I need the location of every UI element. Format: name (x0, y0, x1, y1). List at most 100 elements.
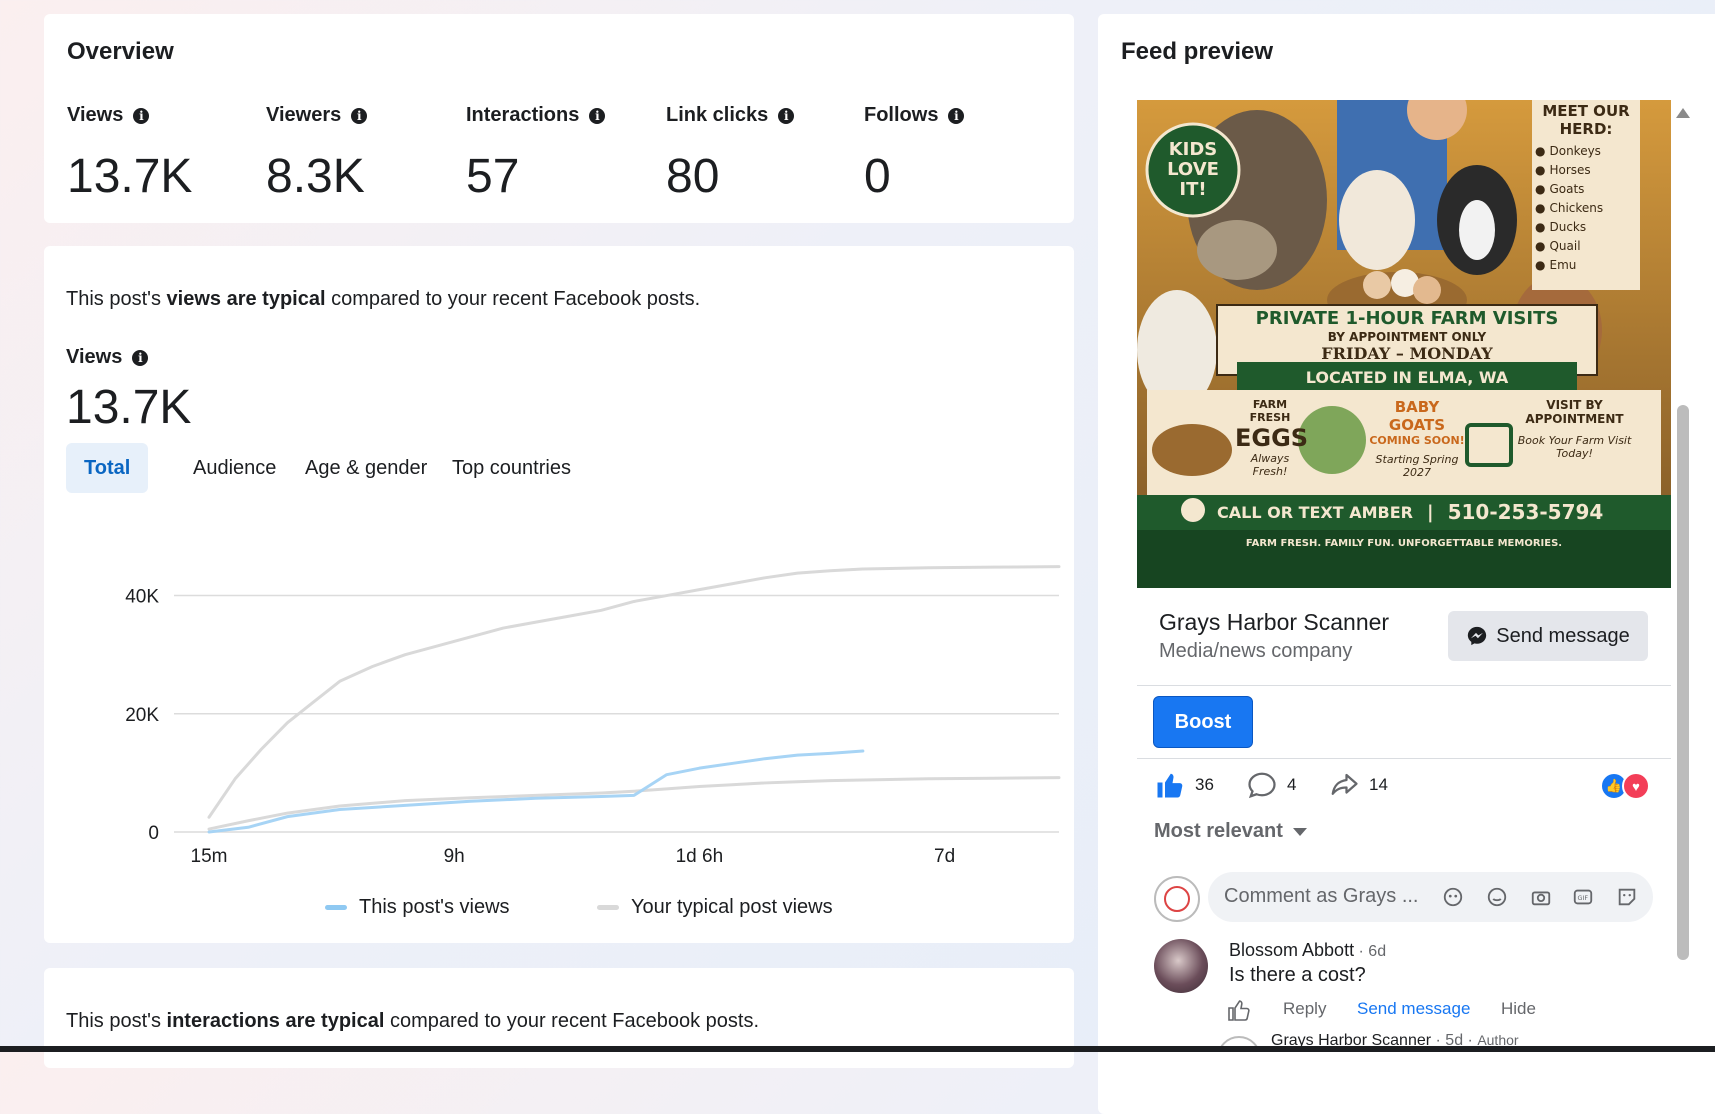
boost-button[interactable]: Boost (1153, 696, 1253, 748)
interactions-summary: This post's interactions are typical com… (66, 1010, 760, 1032)
scroll-up-arrow-icon[interactable] (1676, 108, 1690, 118)
page-name[interactable]: Grays Harbor Scanner (1159, 609, 1389, 636)
legend-this-post[interactable]: This post's views (325, 896, 510, 919)
ad-headline: PRIVATE 1-HOUR FARM VISITS (1255, 308, 1559, 329)
send-message-link[interactable]: Send message (1357, 999, 1470, 1019)
hide-link[interactable]: Hide (1501, 999, 1536, 1019)
comment-text: Is there a cost? (1229, 964, 1366, 986)
ad-sub2: FRIDAY – MONDAY (1321, 344, 1493, 363)
share-stat[interactable]: 14 (1329, 770, 1388, 800)
info-icon[interactable]: i (351, 107, 368, 124)
comment-like-icon[interactable] (1227, 998, 1251, 1022)
like-icon (1157, 773, 1183, 798)
camera-icon[interactable] (1530, 886, 1552, 908)
x-tick-label: 7d (934, 846, 955, 867)
info-icon[interactable]: i (778, 107, 795, 124)
overview-title: Overview (67, 38, 174, 65)
legend-typical[interactable]: Your typical post views (597, 896, 833, 919)
reply-link[interactable]: Reply (1283, 999, 1326, 1019)
comment-author-avatar[interactable] (1154, 939, 1208, 993)
caret-down-icon (1292, 827, 1307, 836)
feed-scrollbar-thumb[interactable] (1677, 405, 1689, 960)
comment-author[interactable]: Blossom Abbott · 6d (1229, 940, 1386, 961)
ad-tagline: FARM FRESH. FAMILY FUN. UNFORGETTABLE ME… (1245, 538, 1563, 549)
series-this-post-line (207, 749, 865, 834)
metric-value: 8.3K (266, 150, 365, 203)
herd-item: ● Donkeys (1535, 144, 1601, 158)
ad-cta: CALL OR TEXT AMBER | 510-253-5794 (1217, 500, 1604, 524)
metric-link-clicks: Link clicks i 80 (666, 104, 795, 204)
metric-value: 13.7K (67, 150, 193, 203)
views-summary: This post's views are typical compared t… (66, 288, 701, 310)
avatar-sticker-icon[interactable] (1442, 886, 1464, 908)
paw-icon: ● (1535, 163, 1546, 177)
love-reaction-icon: ♥ (1622, 772, 1650, 800)
x-tick-label: 1d 6h (676, 846, 724, 867)
views-card: This post's views are typical compared t… (44, 246, 1074, 943)
sticker-icon[interactable] (1616, 886, 1638, 908)
reaction-icons[interactable]: 👍 ♥ (1600, 772, 1656, 800)
gif-icon[interactable]: GIF (1572, 886, 1594, 908)
ad-sub1: BY APPOINTMENT ONLY (1327, 330, 1487, 344)
y-tick-label: 20K (125, 705, 159, 726)
metric-follows: Follows i 0 (864, 104, 965, 204)
views-value: 13.7K (66, 381, 192, 434)
tab-top-countries[interactable]: Top countries (434, 443, 589, 493)
metric-interactions: Interactions i 57 (466, 104, 606, 204)
paw-icon: ● (1535, 182, 1546, 196)
x-tick-label: 15m (191, 846, 228, 867)
herd-item: ● Quail (1535, 239, 1581, 253)
herd-item: ● Chickens (1535, 201, 1604, 215)
metric-label: Views i (67, 104, 192, 127)
y-tick-label: 40K (125, 587, 159, 608)
share-icon (1331, 773, 1358, 795)
divider (1137, 758, 1671, 759)
ad-baby-goats: BABY GOATS COMING SOON! Starting Spring … (1369, 398, 1465, 479)
bottom-edge (0, 1046, 1715, 1052)
sort-dropdown[interactable]: Most relevant (1154, 820, 1307, 843)
info-icon[interactable]: i (132, 349, 149, 366)
tab-age-gender[interactable]: Age & gender (287, 443, 445, 493)
metric-label: Viewers i (266, 104, 368, 127)
paw-icon: ● (1535, 201, 1546, 215)
info-icon[interactable]: i (589, 107, 606, 124)
info-icon[interactable]: i (133, 107, 150, 124)
send-message-button[interactable]: Send message (1448, 611, 1648, 661)
comment-input[interactable]: Comment as Grays ... GIF (1208, 872, 1653, 922)
herd-item: ● Goats (1535, 182, 1585, 196)
divider (1137, 685, 1671, 686)
views-label: Views i (66, 346, 149, 369)
tab-audience[interactable]: Audience (175, 443, 294, 493)
commenter-avatar[interactable] (1154, 876, 1200, 922)
metric-label: Link clicks i (666, 104, 795, 127)
comment-stat[interactable]: 4 (1247, 770, 1296, 800)
metric-value: 0 (864, 150, 891, 203)
views-chart: 0 20K 40K 15m 9h 1d 6h 7d (125, 565, 1061, 867)
like-stat[interactable]: 36 (1155, 770, 1214, 800)
ad-location: LOCATED IN ELMA, WA (1305, 368, 1509, 387)
ad-badge: KIDS LOVE IT! (1167, 139, 1219, 200)
metric-value: 80 (666, 150, 720, 203)
interactions-card: This post's interactions are typical com… (44, 968, 1074, 1068)
emoji-icon[interactable] (1486, 886, 1508, 908)
herd-item: ● Emu (1535, 258, 1577, 272)
page-category: Media/news company (1159, 640, 1353, 662)
herd-item: ● Ducks (1535, 220, 1587, 234)
paw-icon: ● (1535, 144, 1546, 158)
svg-text:GIF: GIF (1578, 894, 1589, 902)
ad-appointment: VISIT BY APPOINTMENT Book Your Farm Visi… (1517, 398, 1632, 460)
comment-placeholder: Comment as Grays ... (1224, 885, 1419, 907)
ad-eggs: FARM FRESH EGGS Always Fresh! (1235, 398, 1309, 478)
tab-total[interactable]: Total (66, 443, 149, 493)
herd-item: ● Horses (1535, 163, 1591, 177)
feed-post: KIDS LOVE IT! MEET OUR HERD: ● Donkeys ● Hor… (1121, 92, 1715, 1052)
metric-viewers: Viewers i 8.3K (266, 104, 368, 204)
ad-herd-board: MEET OUR HERD: ● Donkeys ● Horses ● Goats ● Chi… (1535, 102, 1637, 275)
info-icon[interactable]: i (948, 107, 965, 124)
series-typical-lower-line (207, 776, 1061, 831)
paw-icon: ● (1535, 220, 1546, 234)
messenger-icon (1468, 626, 1487, 646)
x-tick-label: 9h (444, 846, 465, 867)
metric-views: Views i 13.7K (67, 104, 192, 204)
metric-label: Follows i (864, 104, 965, 127)
